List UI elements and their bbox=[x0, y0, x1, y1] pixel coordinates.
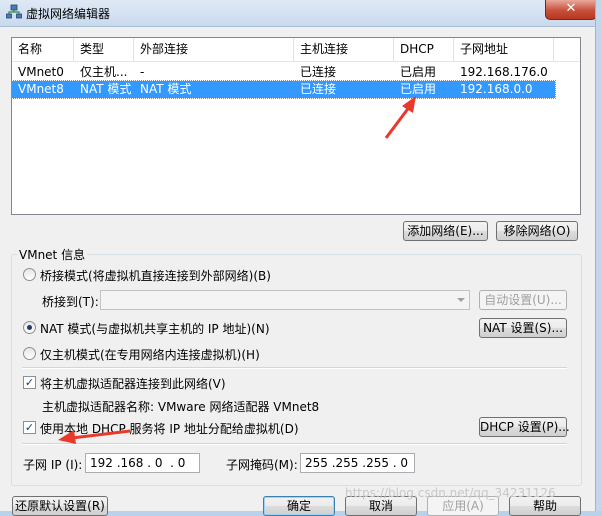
table-row[interactable]: VMnet0 仅主机... - 已连接 已启用 192.168.176.0 bbox=[12, 64, 555, 81]
nat-mode-label[interactable]: NAT 模式(与虚拟机共享主机的 IP 地址)(N) bbox=[40, 320, 270, 337]
dhcp-settings-button[interactable]: DHCP 设置(P)... bbox=[479, 417, 570, 437]
cell-type: 仅主机... bbox=[80, 65, 128, 79]
close-button[interactable]: ✕ bbox=[545, 0, 597, 20]
bridged-mode-label[interactable]: 桥接模式(将虚拟机直接连接到外部网络)(B) bbox=[40, 267, 271, 284]
column-header-host[interactable]: 主机连接 bbox=[294, 38, 394, 61]
connect-adapter-label[interactable]: 将主机虚拟适配器连接到此网络(V) bbox=[40, 375, 226, 392]
divider bbox=[22, 367, 567, 369]
use-dhcp-label[interactable]: 使用本地 DHCP 服务将 IP 地址分配给虚拟机(D) bbox=[40, 420, 299, 437]
network-list[interactable]: 名称 类型 外部连接 主机连接 DHCP 子网地址 VMnet0 仅主机... … bbox=[11, 37, 581, 215]
subnet-ip-field[interactable]: 192 .168 . 0 . 0 bbox=[85, 453, 200, 473]
subnet-mask-field[interactable]: 255 .255 .255 . 0 bbox=[300, 453, 415, 473]
cell-subnet: 192.168.176.0 bbox=[460, 65, 548, 79]
column-header-dhcp[interactable]: DHCP bbox=[394, 38, 454, 61]
window-title: 虚拟网络编辑器 bbox=[26, 7, 111, 21]
column-header-name[interactable]: 名称 bbox=[12, 38, 74, 61]
watermark-text: https://blog.csdn.net/qq_34231126 bbox=[345, 486, 556, 500]
cell-host: 已连接 bbox=[300, 65, 337, 79]
virtual-network-editor-window: 虚拟网络编辑器 ✕ 名称 类型 外部连接 主机连接 DHCP 子网地址 VMne… bbox=[0, 0, 602, 516]
nat-mode-radio[interactable] bbox=[23, 321, 36, 334]
subnet-mask-label: 子网掩码(M): bbox=[226, 458, 298, 472]
column-header-external[interactable]: 外部连接 bbox=[134, 38, 294, 61]
divider bbox=[22, 443, 567, 445]
cell-host: 已连接 bbox=[300, 82, 337, 96]
vmnet-info-group bbox=[11, 254, 582, 486]
use-dhcp-checkbox[interactable]: ✓ bbox=[23, 421, 36, 434]
cell-name: VMnet0 bbox=[18, 65, 64, 79]
ok-button[interactable]: 确定 bbox=[263, 496, 335, 516]
cell-type: NAT 模式 bbox=[80, 82, 132, 96]
bridged-to-select[interactable] bbox=[100, 290, 470, 310]
cell-subnet: 192.168.0.0 bbox=[460, 82, 533, 96]
connect-adapter-checkbox[interactable]: ✓ bbox=[23, 376, 36, 389]
host-only-mode-label[interactable]: 仅主机模式(在专用网络内连接虚拟机)(H) bbox=[40, 346, 260, 363]
nat-settings-button[interactable]: NAT 设置(S)... bbox=[479, 318, 567, 338]
cell-external: - bbox=[140, 65, 145, 79]
bridged-mode-radio[interactable] bbox=[23, 268, 36, 281]
chevron-down-icon bbox=[457, 298, 465, 302]
vmnet-info-label: VMnet 信息 bbox=[17, 246, 88, 263]
cell-name: VMnet8 bbox=[18, 82, 64, 96]
remove-network-button[interactable]: 移除网络(O) bbox=[496, 221, 578, 241]
column-header-type[interactable]: 类型 bbox=[74, 38, 134, 61]
title-bar: 虚拟网络编辑器 ✕ bbox=[0, 0, 602, 27]
list-header: 名称 类型 外部连接 主机连接 DHCP 子网地址 bbox=[12, 38, 580, 62]
close-icon: ✕ bbox=[565, 1, 577, 16]
adapter-name-text: 主机虚拟适配器名称: VMware 网络适配器 VMnet8 bbox=[42, 400, 320, 414]
subnet-ip-label: 子网 IP (I): bbox=[23, 458, 83, 472]
bridged-to-label: 桥接到(T): bbox=[42, 295, 99, 309]
cell-dhcp: 已启用 bbox=[400, 82, 437, 96]
restore-defaults-button[interactable]: 还原默认设置(R) bbox=[12, 496, 108, 516]
cell-dhcp: 已启用 bbox=[400, 65, 437, 79]
add-network-button[interactable]: 添加网络(E)... bbox=[403, 221, 488, 241]
column-header-subnet[interactable]: 子网地址 bbox=[454, 38, 554, 61]
window-frame-edge bbox=[595, 0, 602, 511]
auto-settings-button[interactable]: 自动设置(U)... bbox=[479, 290, 567, 310]
cell-external: NAT 模式 bbox=[140, 82, 192, 96]
table-row-selected[interactable]: VMnet8 NAT 模式 NAT 模式 已连接 已启用 192.168.0.0 bbox=[11, 80, 556, 99]
host-only-mode-radio[interactable] bbox=[23, 347, 36, 360]
network-app-icon bbox=[6, 4, 22, 19]
